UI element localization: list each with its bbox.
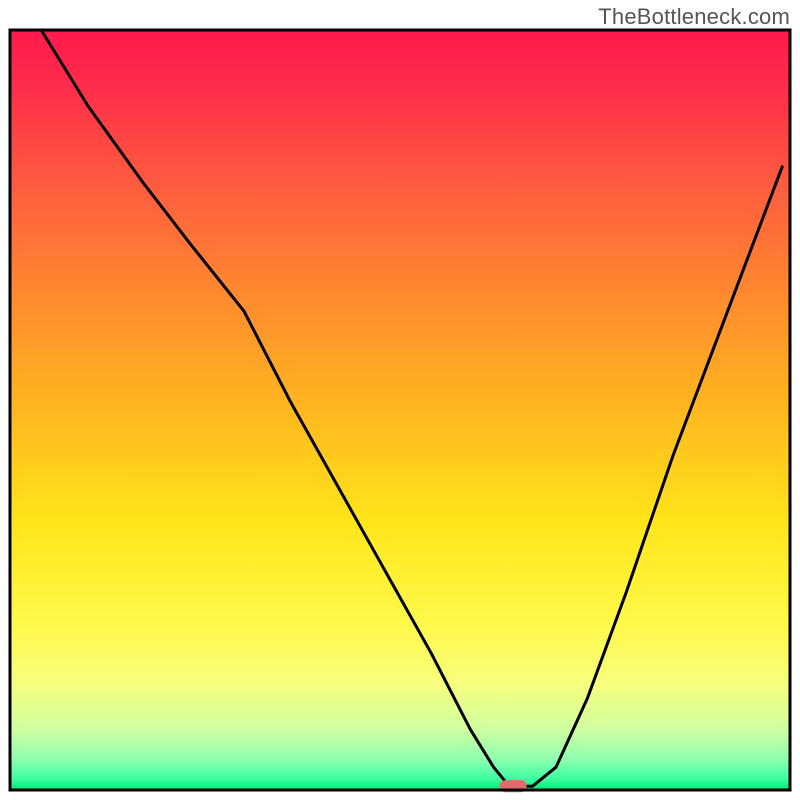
chart-svg (0, 0, 800, 800)
bottleneck-chart: TheBottleneck.com (0, 0, 800, 800)
chart-background (10, 30, 790, 790)
watermark-label: TheBottleneck.com (598, 4, 790, 30)
